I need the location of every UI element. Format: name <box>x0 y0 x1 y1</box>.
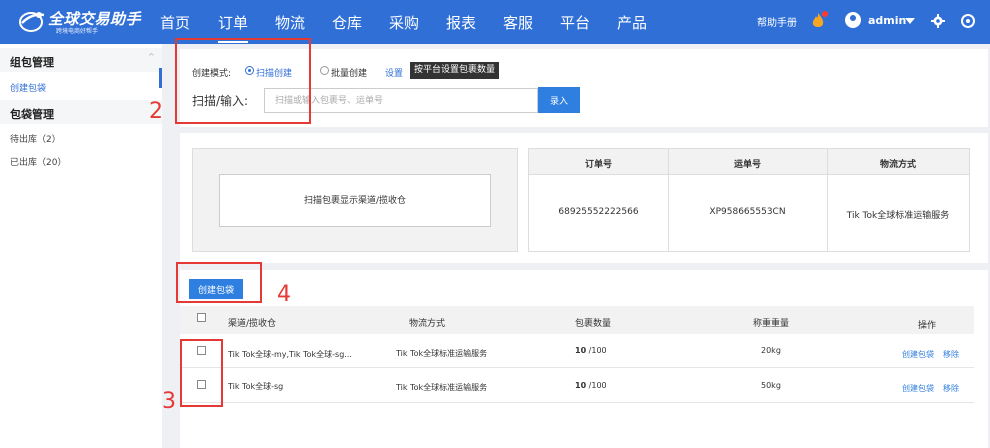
sidebar-item-pending[interactable]: 待出库（2） <box>10 132 61 145</box>
select-all-checkbox[interactable] <box>197 313 206 322</box>
header-count: 包裹数量 <box>575 319 612 329</box>
row-count: 10 /100 <box>575 346 607 355</box>
nav-orders[interactable]: 订单 <box>218 12 249 43</box>
sidebar-item-shipped[interactable]: 已出库（20） <box>10 155 66 168</box>
nav-logistics[interactable]: 物流 <box>275 12 305 33</box>
top-nav: 全球交易助手 跨境电商好帮手 首页 订单 物流 仓库 采购 报表 客服 平台 产… <box>0 0 990 44</box>
header-order-number: 订单号 <box>584 160 612 170</box>
settings-tooltip: 按平台设置包裹数量 <box>410 62 500 79</box>
radio-batch-create-label[interactable]: 批量创建 <box>331 66 367 79</box>
nav-warehouse[interactable]: 仓库 <box>332 12 362 33</box>
row-divider <box>180 367 974 368</box>
order-info-table: 订单号 运单号 物流方式 68925552222566 XP958665553C… <box>528 148 970 252</box>
radio-batch-create[interactable] <box>320 66 329 75</box>
header-channel: 渠道/揽收仓 <box>228 319 277 329</box>
annotation-number: 2 <box>149 99 163 124</box>
row-method: Tik Tok全球标准运输服务 <box>396 349 488 358</box>
nav-reports[interactable]: 报表 <box>446 12 476 33</box>
annotation-number: 3 <box>162 389 176 414</box>
order-number-value: 68925552222566 <box>558 207 639 217</box>
submit-button[interactable]: 录入 <box>538 87 580 113</box>
user-name[interactable]: admin <box>868 14 906 27</box>
nav-platform[interactable]: 平台 <box>560 12 590 33</box>
globe-icon <box>19 12 45 32</box>
brand-logo[interactable]: 全球交易助手 跨境电商好帮手 <box>18 6 141 38</box>
sidebar-active-indicator <box>159 68 162 88</box>
row-weight: 50kg <box>761 381 781 390</box>
row-create-bag-link[interactable]: 创建包袋 <box>902 383 934 394</box>
annotation-box <box>176 262 262 303</box>
header-weight: 称重重量 <box>753 319 790 329</box>
sidebar-item-create-bag[interactable]: 创建包袋 <box>10 81 46 94</box>
header-method: 物流方式 <box>409 319 446 329</box>
row-remove-link[interactable]: 移除 <box>943 383 959 394</box>
nav-home[interactable]: 首页 <box>160 12 190 33</box>
shipping-method-value: Tik Tok全球标准运输服务 <box>846 211 950 221</box>
row-weight: 20kg <box>761 346 781 355</box>
row-create-bag-link[interactable]: 创建包袋 <box>902 349 934 360</box>
user-avatar-icon[interactable] <box>845 12 861 28</box>
header-actions: 操作 <box>918 321 937 331</box>
gear-icon[interactable] <box>931 14 945 28</box>
row-divider <box>180 402 974 403</box>
brand-tagline: 跨境电商好帮手 <box>56 28 99 35</box>
nav-purchase[interactable]: 采购 <box>389 12 419 33</box>
waybill-number-value: XP958665553CN <box>709 207 786 217</box>
target-icon[interactable] <box>961 14 975 28</box>
sidebar-group-bag-packing[interactable]: 组包管理 <box>10 54 54 70</box>
row-count: 10 /100 <box>575 381 607 390</box>
row-channel: Tik Tok全球-sg <box>228 382 284 391</box>
chevron-up-icon[interactable]: ^ <box>148 52 155 61</box>
annotation-number: 4 <box>277 282 291 307</box>
help-link[interactable]: 帮助手册 <box>757 14 797 29</box>
scan-hint-box: 扫描包裹显示渠道/揽收仓 <box>219 174 491 227</box>
settings-link[interactable]: 设置 <box>385 66 403 79</box>
nav-service[interactable]: 客服 <box>503 12 533 33</box>
row-method: Tik Tok全球标准运输服务 <box>396 383 488 392</box>
header-waybill-number: 运单号 <box>733 160 761 170</box>
notification-badge <box>822 11 828 17</box>
header-shipping-method: 物流方式 <box>879 160 916 170</box>
sidebar-group-bag-management[interactable]: 包袋管理 <box>10 106 54 122</box>
row-remove-link[interactable]: 移除 <box>943 349 959 360</box>
nav-products[interactable]: 产品 <box>617 12 647 33</box>
annotation-box <box>180 339 223 407</box>
row-channel: Tik Tok全球-my,Tik Tok全球-sg... <box>228 350 352 359</box>
annotation-box <box>175 38 311 124</box>
chevron-down-icon[interactable] <box>905 18 915 24</box>
